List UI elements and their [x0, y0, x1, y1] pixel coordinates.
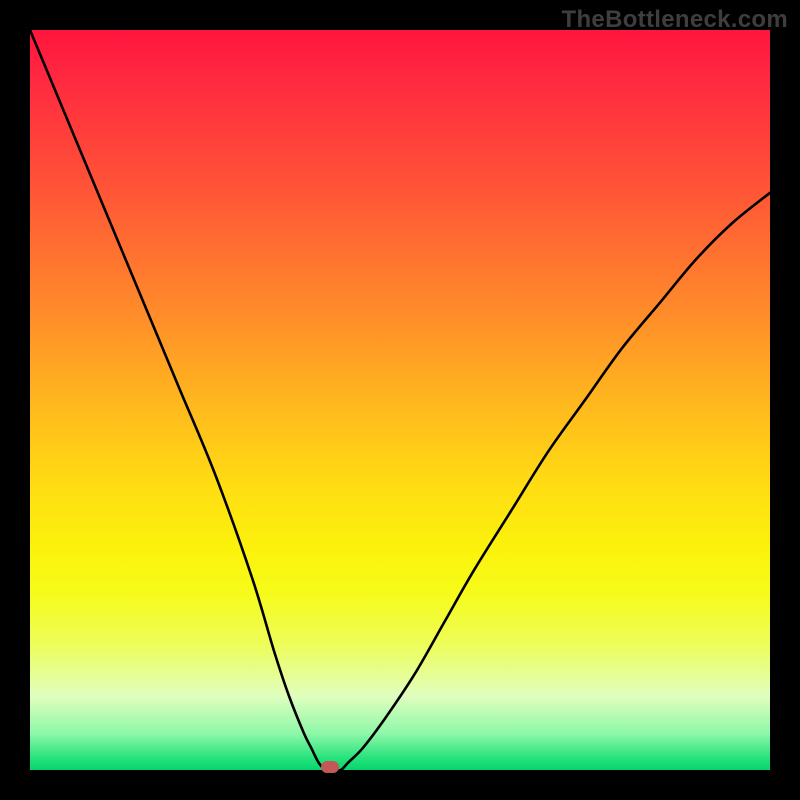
curve-path: [30, 30, 770, 770]
plot-area: [30, 30, 770, 770]
optimal-marker: [321, 761, 339, 773]
chart-frame: TheBottleneck.com: [0, 0, 800, 800]
bottleneck-curve: [30, 30, 770, 770]
